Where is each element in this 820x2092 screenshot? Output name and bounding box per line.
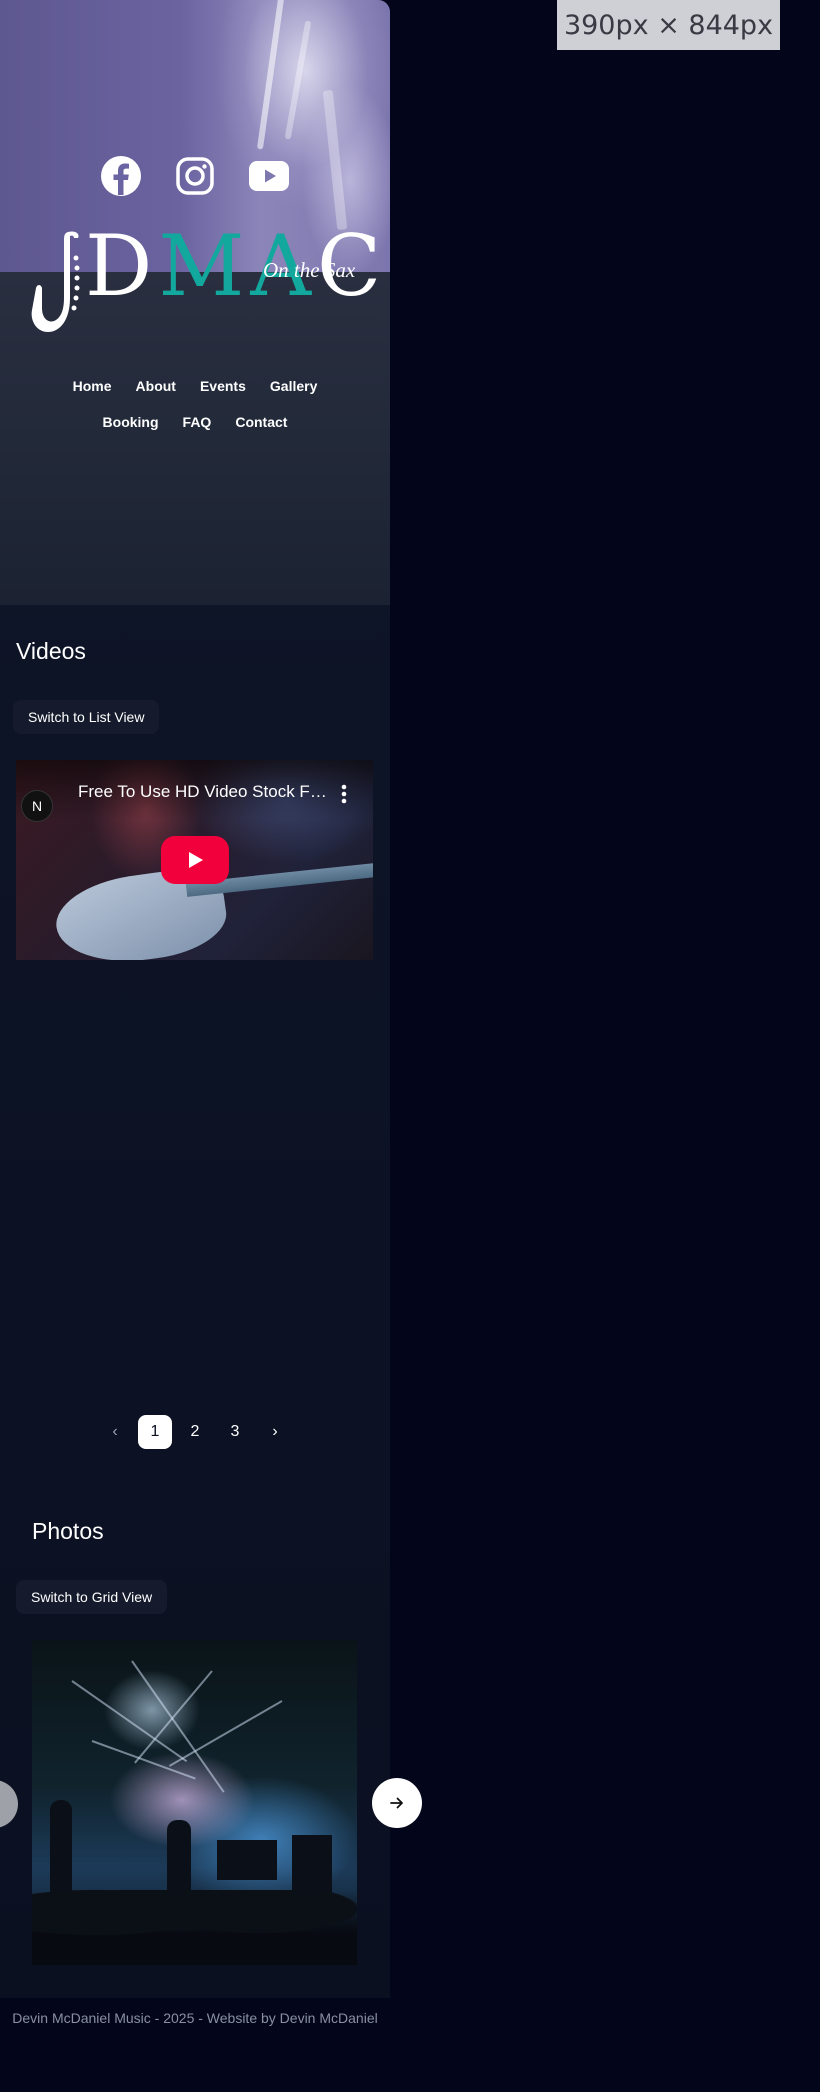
videos-heading: Videos: [16, 638, 86, 664]
logo-tagline: On the Sax: [263, 258, 356, 282]
nav-events[interactable]: Events: [200, 378, 246, 394]
social-links: [0, 155, 390, 197]
nav-faq[interactable]: FAQ: [183, 414, 212, 430]
nav-home[interactable]: Home: [73, 378, 112, 394]
facebook-icon[interactable]: [100, 155, 142, 197]
pagination-prev-button[interactable]: ‹: [98, 1415, 132, 1449]
site-footer: Devin McDaniel Music - 2025 - Website by…: [12, 2010, 378, 2026]
nav-contact[interactable]: Contact: [235, 414, 287, 430]
pagination-page-2[interactable]: 2: [178, 1415, 212, 1449]
photos-heading: Photos: [32, 1518, 104, 1544]
switch-to-list-view-button[interactable]: Switch to List View: [13, 700, 160, 734]
pagination-page-3[interactable]: 3: [218, 1415, 252, 1449]
youtube-icon[interactable]: [248, 155, 290, 197]
video-title[interactable]: Free To Use HD Video Stock Footage: [78, 782, 328, 802]
pagination-page-1[interactable]: 1: [138, 1415, 172, 1449]
channel-avatar[interactable]: N: [21, 790, 53, 822]
mobile-page: DMAC On the Sax Home About Events Galler…: [0, 0, 390, 1998]
play-button[interactable]: [161, 836, 229, 884]
carousel-next-button[interactable]: [372, 1778, 422, 1828]
more-options-icon[interactable]: [334, 783, 354, 805]
carousel-prev-button[interactable]: [0, 1780, 18, 1828]
video-pagination: ‹ 1 2 3 ›: [0, 1415, 390, 1449]
main-navigation: Home About Events Gallery Booking FAQ Co…: [0, 368, 390, 440]
instagram-icon[interactable]: [174, 155, 216, 197]
pagination-next-button[interactable]: ›: [258, 1415, 292, 1449]
concert-photo[interactable]: [32, 1640, 357, 1965]
switch-to-grid-view-button[interactable]: Switch to Grid View: [16, 1580, 168, 1614]
nav-about[interactable]: About: [136, 378, 176, 394]
viewport-size-badge: 390px × 844px: [557, 0, 780, 50]
youtube-video-embed[interactable]: N Free To Use HD Video Stock Footage: [16, 760, 373, 960]
saxophone-logo-icon: [31, 231, 80, 332]
nav-gallery[interactable]: Gallery: [270, 378, 317, 394]
dmac-logo[interactable]: DMAC On the Sax: [30, 224, 381, 336]
nav-booking[interactable]: Booking: [103, 414, 159, 430]
play-icon: [189, 852, 203, 868]
hero-section: DMAC On the Sax Home About Events Galler…: [0, 0, 390, 605]
arrow-right-icon: [390, 1797, 403, 1809]
